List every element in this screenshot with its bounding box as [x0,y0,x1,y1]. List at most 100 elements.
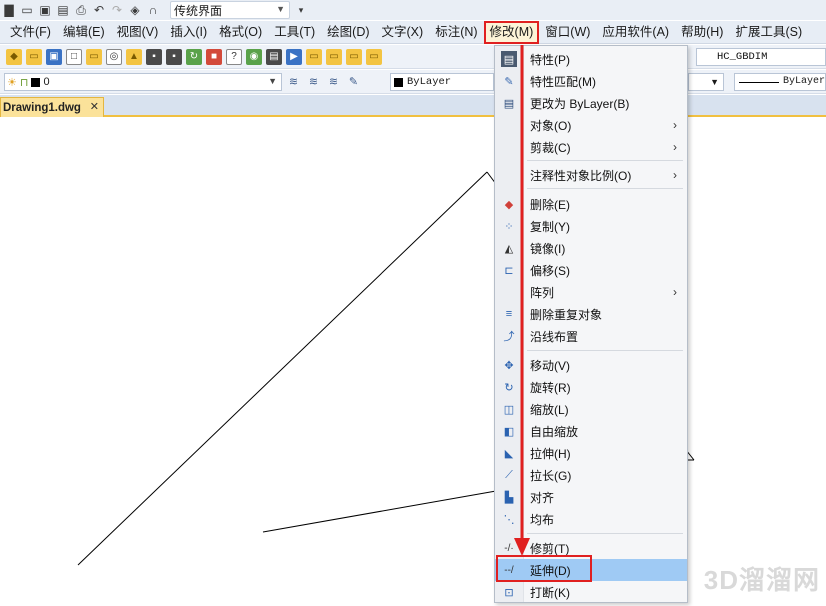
drawing-canvas[interactable]: 3D溜溜网 [0,119,826,603]
drawn-line-1[interactable] [77,171,488,566]
folder4-icon[interactable]: ▭ [346,48,362,65]
layer-toolbar: ☀ ⊓ 0 ▼ ≋ ≋ ≋ ✎ ByLayer ▼ ByLayer [0,70,826,94]
save-all-icon[interactable]: ▪ [166,48,182,65]
menu-item-clip[interactable]: 剪裁(C) › [495,136,687,158]
scale-icon: ◫ [503,403,515,416]
menu-item-move[interactable]: ✥ 移动(V) [495,354,687,376]
import-icon[interactable]: ▶ [286,48,302,65]
new-icon[interactable]: ◆ [6,48,22,65]
color-icon[interactable]: ■ [206,48,222,65]
save-icon[interactable]: ▪ [146,48,162,65]
layer-state-icon[interactable]: ≋ [306,74,321,89]
rotate-icon: ↻ [504,381,514,394]
menu-file[interactable]: 文件(F) [4,21,57,44]
menu-item-match-properties[interactable]: ✎ 特性匹配(M) [495,70,687,92]
menu-insert[interactable]: 插入(I) [164,21,213,44]
layer-selector[interactable]: ☀ ⊓ 0 ▼ [4,73,282,91]
folder5-icon[interactable]: ▭ [366,48,382,65]
new-file-icon[interactable]: ▇ [2,3,16,17]
linetype-sample [739,81,779,83]
open-icon[interactable]: ▭ [26,48,42,65]
customize-qat-icon[interactable]: ▾ [294,3,308,17]
lengthen-icon: ⟋ [505,468,513,481]
menu-item-mirror[interactable]: ◭ 镜像(I) [495,237,687,259]
chevron-right-icon: › [673,118,677,132]
workspace-selector[interactable]: 传统界面 ▼ [170,1,290,19]
headset-icon[interactable]: ∩ [146,3,160,17]
menu-draw[interactable]: 绘图(D) [321,21,375,44]
menu-item-rotate[interactable]: ↻ 旋转(R) [495,376,687,398]
publish-icon[interactable]: ▲ [126,48,142,65]
document-tab-label: Drawing1.dwg [3,101,81,114]
menu-item-distribute[interactable]: ⋱ 均布 [495,508,687,530]
plugin-icon[interactable]: ◉ [246,48,262,65]
document-tab[interactable]: Drawing1.dwg ✕ [0,97,104,117]
menu-item-properties[interactable]: ▤ 特性(P) [495,48,687,70]
chevron-down-icon: ▼ [710,77,719,87]
stretch-icon: ◣ [504,447,514,460]
eraser-icon: ◆ [504,198,514,211]
layer-color-swatch [31,77,41,87]
image-icon[interactable]: ▣ [46,48,62,65]
menu-item-change-to-bylayer[interactable]: ▤ 更改为 ByLayer(B) [495,92,687,114]
redo-icon[interactable]: ↷ [110,3,124,17]
menu-item-lengthen[interactable]: ⟋ 拉长(G) [495,464,687,486]
dimstyle-box[interactable]: HC_GBDIM [696,48,826,66]
menu-window[interactable]: 窗口(W) [539,21,596,44]
menu-tools[interactable]: 工具(T) [268,21,321,44]
menu-apps[interactable]: 应用软件(A) [596,21,675,44]
menu-item-break[interactable]: ⊡ 打断(K) [495,581,687,603]
layer-manager-icon[interactable]: ≋ [286,74,301,89]
menu-item-copy[interactable]: ⁘ 复制(Y) [495,215,687,237]
menu-separator [527,533,683,534]
menu-item-scale[interactable]: ◫ 缩放(L) [495,398,687,420]
menu-modify[interactable]: 修改(M) [483,20,540,44]
menu-item-delete-duplicates[interactable]: ≡ 删除重复对象 [495,303,687,325]
lock-icon: ⊓ [19,76,29,89]
menu-separator [527,160,683,161]
drawn-line-3[interactable] [262,490,497,533]
color-selector[interactable]: ByLayer [390,73,494,91]
menu-item-object[interactable]: 对象(O) › [495,114,687,136]
menu-item-annotative-scale[interactable]: 注释性对象比例(O) › [495,164,687,186]
save-as-icon[interactable]: ▤ [56,3,70,17]
menu-dimension[interactable]: 标注(N) [429,21,483,44]
menu-extensions[interactable]: 扩展工具(S) [729,21,808,44]
menu-item-offset[interactable]: ⊏ 偏移(S) [495,259,687,281]
print-icon[interactable]: ⎙ [74,3,88,17]
menu-view[interactable]: 视图(V) [111,21,165,44]
tool-icon[interactable]: ▤ [266,48,282,65]
close-icon[interactable]: ✕ [90,100,99,113]
menu-bar: 文件(F) 编辑(E) 视图(V) 插入(I) 格式(O) 工具(T) 绘图(D… [0,20,826,44]
layer-previous-icon[interactable]: ≋ [326,74,341,89]
menu-item-align[interactable]: ▙ 对齐 [495,486,687,508]
linetype-label: ByLayer [783,76,826,87]
menu-item-stretch[interactable]: ◣ 拉伸(H) [495,442,687,464]
menu-item-array[interactable]: 阵列 › [495,281,687,303]
menu-text[interactable]: 文字(X) [376,21,430,44]
sheet-icon[interactable]: □ [66,48,82,65]
along-line-icon: ⤴ [503,331,515,343]
folder3-icon[interactable]: ▭ [326,48,342,65]
menu-item-free-scale[interactable]: ◧ 自由缩放 [495,420,687,442]
menu-item-erase[interactable]: ◆ 删除(E) [495,193,687,215]
workspace-label: 传统界面 [174,3,223,18]
folder2-icon[interactable]: ▭ [306,48,322,65]
preview-icon[interactable]: ◎ [106,48,122,65]
lineweight-dropdown[interactable]: ▼ [688,73,724,91]
undo-icon[interactable]: ↶ [92,3,106,17]
copy-icon: ⁘ [504,220,514,233]
save-icon[interactable]: ▣ [38,3,52,17]
open-folder-icon[interactable]: ▭ [20,3,34,17]
menu-item-along-line[interactable]: ⤴ 沿线布置 [495,325,687,347]
linetype-selector[interactable]: ByLayer [734,73,826,91]
menu-help[interactable]: 帮助(H) [675,21,729,44]
menu-format[interactable]: 格式(O) [213,21,268,44]
refresh-icon[interactable]: ↻ [186,48,202,65]
help-icon[interactable]: ? [226,48,242,65]
folder-icon[interactable]: ▭ [86,48,102,65]
layers-icon[interactable]: ◈ [128,3,142,17]
layer-match-icon[interactable]: ✎ [346,74,361,89]
menu-edit[interactable]: 编辑(E) [57,21,111,44]
extend-highlight-box [496,555,592,582]
